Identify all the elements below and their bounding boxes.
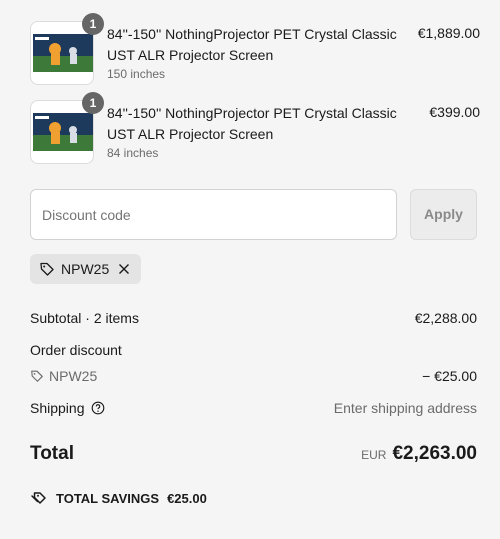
shipping-row: Shipping Enter shipping address [30,400,477,416]
savings-value: €25.00 [167,490,207,506]
product-thumbnail-wrap: 1 [30,92,104,164]
product-thumbnail-wrap: 1 [30,13,104,85]
applied-discount-chip: NPW25 [30,254,141,284]
shipping-label: Shipping [30,400,85,416]
total-row: Total EUR €2,263.00 [30,443,477,465]
total-savings: TOTAL SAVINGS €25.00 [30,490,207,506]
product-title: 84''-150'' NothingProjector PET Crystal … [107,105,397,142]
line-item: 1 84''-150'' NothingProjector PET Crysta… [30,92,480,166]
order-discount-code-wrap: NPW25 [30,368,97,384]
total-amount: €2,263.00 [392,443,477,464]
product-title: 84''-150'' NothingProjector PET Crystal … [107,26,397,63]
total-value-wrap: EUR €2,263.00 [361,443,477,465]
quantity-badge: 1 [82,92,104,114]
savings-label: TOTAL SAVINGS [56,490,160,506]
applied-discount-code: NPW25 [61,261,110,277]
total-label: Total [30,443,74,464]
projector-screen-image [33,34,93,72]
quantity-badge: 1 [82,13,104,35]
shipping-label-wrap: Shipping [30,400,105,416]
tag-icon [40,262,54,276]
savings-tags-icon [31,492,46,504]
help-icon[interactable] [91,401,105,415]
close-icon[interactable] [118,263,130,275]
projector-screen-image [33,113,93,151]
order-discount-row: Order discount [30,342,477,358]
subtotal-value: €2,288.00 [414,310,477,326]
shipping-value: Enter shipping address [333,400,477,416]
product-variant: 84 inches [107,146,159,160]
subtotal-label: Subtotal · 2 items [30,310,139,326]
discount-code-input[interactable] [30,189,397,240]
order-discount-label: Order discount [30,342,122,358]
total-currency: EUR [361,448,387,462]
product-price: €399.00 [429,104,480,120]
apply-discount-button[interactable]: Apply [410,189,477,240]
line-item: 1 84''-150'' NothingProjector PET Crysta… [30,13,480,87]
product-price: €1,889.00 [417,25,480,41]
order-discount-value: − €25.00 [422,368,477,384]
tag-icon [31,370,43,382]
product-variant: 150 inches [107,67,166,81]
subtotal-row: Subtotal · 2 items €2,288.00 [30,310,477,326]
order-discount-code: NPW25 [49,368,98,384]
order-discount-detail-row: NPW25 − €25.00 [30,368,477,384]
